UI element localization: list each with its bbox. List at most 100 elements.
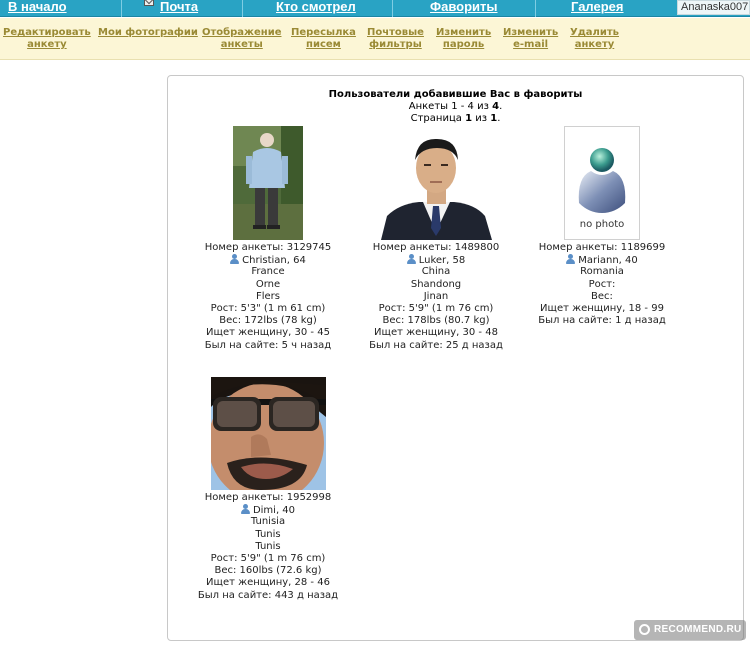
page-suffix: . bbox=[497, 113, 501, 124]
sub-item-line: анкеты bbox=[220, 39, 263, 50]
sub-item-line: Удалить bbox=[570, 27, 619, 38]
profile-name-line[interactable]: Dimi, 40 bbox=[193, 504, 343, 516]
profile-last-seen: Был на сайте: 443 д назад bbox=[197, 589, 339, 601]
profile-name[interactable]: Christian, 64 bbox=[242, 255, 306, 266]
profile-name-line[interactable]: Mariann, 40 bbox=[527, 254, 677, 266]
change-password-link[interactable]: Изменить пароль bbox=[436, 27, 491, 51]
profile-seeking: Ищет женщину, 30 - 45 bbox=[206, 327, 330, 339]
profile-seeking: Ищет женщину, 28 - 46 bbox=[206, 577, 330, 589]
profile-weight: Вес: 160lbs (72.6 kg) bbox=[214, 565, 322, 577]
profile-card: Номер анкеты: 1952998 Dimi, 40 Tunisia T… bbox=[193, 377, 343, 602]
profile-city: Jinan bbox=[423, 290, 449, 302]
profile-height: Рост: 5'9" (1 m 76 cm) bbox=[210, 552, 326, 564]
profile-last-seen: Был на сайте: 1 д назад bbox=[538, 315, 666, 327]
person-icon bbox=[230, 254, 240, 265]
profile-region: Orne bbox=[255, 278, 281, 290]
sub-item-line: анкету bbox=[574, 39, 615, 50]
nav-favorites-link[interactable]: Фавориты bbox=[430, 0, 498, 16]
sub-item-line: Изменить bbox=[503, 27, 559, 38]
page-mid: из bbox=[472, 113, 491, 124]
nav-viewers-link[interactable]: Кто смотрел bbox=[276, 0, 356, 16]
page-current: 1 bbox=[465, 113, 473, 124]
edit-profile-link[interactable]: Редактировать анкету bbox=[3, 27, 91, 51]
profile-country: France bbox=[251, 266, 285, 278]
profile-photo[interactable] bbox=[233, 126, 303, 240]
default-avatar-icon bbox=[578, 148, 626, 213]
sub-item-line: пароль bbox=[442, 39, 485, 50]
profile-display-link[interactable]: Отображение анкеты bbox=[202, 27, 282, 51]
profile-country: Romania bbox=[580, 266, 624, 278]
mail-forwarding-link[interactable]: Пересылка писем bbox=[291, 27, 356, 51]
photo-man-in-sunglasses-icon bbox=[210, 377, 326, 490]
profile-photo[interactable] bbox=[378, 136, 494, 240]
profile-city: Tunis bbox=[255, 540, 281, 552]
nav-divider bbox=[392, 0, 393, 17]
person-icon bbox=[406, 254, 416, 265]
sub-item-line: анкету bbox=[27, 39, 67, 50]
results-heading: Пользователи добавившие Вас в фавориты А… bbox=[167, 89, 744, 125]
delete-profile-link[interactable]: Удалить анкету bbox=[570, 27, 619, 51]
photo-man-in-suit-icon bbox=[378, 136, 494, 240]
profile-region: Shandong bbox=[410, 278, 462, 290]
nav-divider bbox=[121, 0, 122, 17]
profile-region: Tunis bbox=[255, 528, 281, 540]
my-photos-link[interactable]: Мои фотографии bbox=[98, 27, 198, 39]
sub-item-line: Пересылка bbox=[291, 27, 356, 38]
profile-weight: Вес: 172lbs (78 kg) bbox=[219, 315, 317, 327]
sub-item-line: e-mail bbox=[513, 39, 549, 50]
profile-number: Номер анкеты: 1489800 bbox=[372, 242, 500, 253]
sub-item-line: фильтры bbox=[369, 39, 422, 50]
profile-number: Номер анкеты: 1952998 bbox=[204, 492, 332, 503]
profile-country: China bbox=[421, 266, 451, 278]
nav-gallery-link[interactable]: Галерея bbox=[571, 0, 624, 16]
profile-subnavigation: Редактировать анкету Мои фотографии Отоб… bbox=[0, 18, 750, 60]
sub-item-line: Изменить bbox=[436, 27, 492, 38]
profile-name[interactable]: Dimi, 40 bbox=[253, 505, 295, 516]
profile-card: Номер анкеты: 3129745 Christian, 64 Fran… bbox=[193, 126, 343, 352]
profile-country: Tunisia bbox=[250, 516, 286, 528]
mail-filters-link[interactable]: Почтовые фильтры bbox=[367, 27, 424, 51]
top-navigation-bar: В начало Почта Кто смотрел Фавориты Гале… bbox=[0, 0, 750, 17]
results-range: Анкеты 1 - 4 из 4. bbox=[167, 101, 744, 113]
nav-divider bbox=[535, 0, 536, 17]
nav-home-link[interactable]: В начало bbox=[8, 0, 67, 16]
profile-card: no photo Номер анкеты: 1189699 Mariann, … bbox=[527, 126, 677, 327]
profile-name[interactable]: Mariann, 40 bbox=[578, 255, 638, 266]
profile-height: Рост: 5'9" (1 m 76 cm) bbox=[378, 302, 494, 314]
profile-weight: Вес: bbox=[591, 290, 613, 302]
range-suffix: . bbox=[499, 101, 503, 112]
profile-photo[interactable] bbox=[210, 377, 326, 490]
profile-number: Номер анкеты: 3129745 bbox=[204, 242, 332, 253]
person-icon bbox=[566, 254, 576, 265]
profile-number: Номер анкеты: 1189699 bbox=[538, 242, 666, 253]
range-prefix: Анкеты 1 - 4 из bbox=[408, 101, 493, 112]
profile-city: Flers bbox=[255, 290, 280, 302]
nav-mail-link[interactable]: Почта bbox=[160, 0, 198, 16]
profile-height: Рост: bbox=[588, 278, 616, 290]
no-photo-placeholder[interactable]: no photo bbox=[564, 126, 640, 240]
profile-name-line[interactable]: Christian, 64 bbox=[193, 254, 343, 266]
sub-item-line: Почтовые bbox=[367, 27, 424, 38]
profile-name[interactable]: Luker, 58 bbox=[419, 255, 466, 266]
envelope-icon bbox=[144, 0, 154, 6]
recommend-watermark: RECOMMEND.RU bbox=[634, 620, 746, 640]
profile-height: Рост: 5'3" (1 m 61 cm) bbox=[210, 302, 326, 314]
profile-name-line[interactable]: Luker, 58 bbox=[361, 254, 511, 266]
pagination-info: Страница 1 из 1. bbox=[167, 113, 744, 125]
photo-elderly-man-icon bbox=[233, 126, 303, 240]
profile-seeking: Ищет женщину, 18 - 99 bbox=[540, 302, 664, 314]
profile-last-seen: Был на сайте: 5 ч назад bbox=[204, 339, 332, 351]
username-label: Ananaska007 bbox=[677, 0, 750, 15]
profile-seeking: Ищет женщину, 30 - 48 bbox=[374, 327, 498, 339]
profile-last-seen: Был на сайте: 25 д назад bbox=[369, 339, 503, 351]
profile-card: Номер анкеты: 1489800 Luker, 58 China Sh… bbox=[361, 136, 511, 352]
page-title: Пользователи добавившие Вас в фавориты bbox=[328, 89, 583, 100]
page-prefix: Страница bbox=[410, 113, 466, 124]
sub-item-line: писем bbox=[306, 39, 341, 50]
sub-item-line: Редактировать bbox=[3, 27, 91, 38]
change-email-link[interactable]: Изменить e-mail bbox=[503, 27, 558, 51]
nav-divider bbox=[242, 0, 243, 17]
sub-item-line: Мои фотографии bbox=[98, 27, 198, 38]
person-icon bbox=[240, 504, 250, 515]
sub-item-line: Отображение bbox=[202, 27, 282, 38]
